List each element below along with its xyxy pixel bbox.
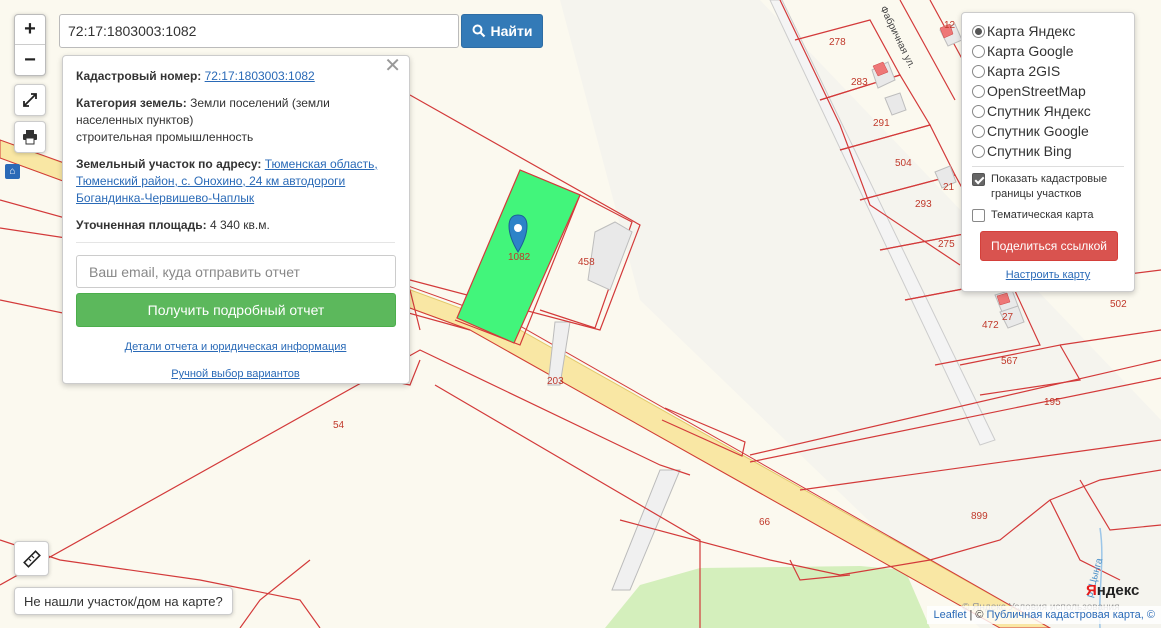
attribution-sep: | © (969, 609, 984, 621)
attribution-bar: Leaflet | © Публичная кадастровая карта,… (927, 606, 1161, 624)
layer-option-osm[interactable]: OpenStreetMap (972, 81, 1124, 101)
leaflet-link[interactable]: Leaflet (933, 609, 966, 621)
manual-select-link[interactable]: Ручной выбор вариантов (171, 368, 299, 380)
address-row: Земельный участок по адресу: Тюменская о… (76, 156, 395, 207)
thematic-label: Тематическая карта (991, 209, 1094, 221)
address-label: Земельный участок по адресу: (76, 157, 262, 171)
cadastral-link[interactable]: 72:17:1803003:1082 (205, 69, 315, 83)
yandex-logo[interactable]: Яндекс (1086, 582, 1139, 599)
cadastral-label: Кадастровый номер: (76, 69, 202, 83)
radio[interactable] (972, 44, 985, 58)
show-borders-toggle[interactable]: Показать кадастровые границы участков (972, 172, 1124, 202)
fullscreen-button[interactable] (14, 84, 46, 116)
search-button[interactable]: Найти (461, 14, 543, 48)
area-value: 4 340 кв.м. (209, 218, 270, 232)
checkbox-checked[interactable] (972, 173, 985, 186)
expand-icon (23, 93, 37, 107)
zoom-in-button[interactable]: + (15, 15, 45, 45)
layers-divider (972, 166, 1124, 167)
printer-icon (23, 130, 37, 145)
layer-option-yandex-satellite[interactable]: Спутник Яндекс (972, 101, 1124, 121)
pkk-link[interactable]: Публичная кадастровая карта, © (987, 609, 1155, 621)
checkbox[interactable] (972, 209, 985, 222)
print-button[interactable] (14, 121, 46, 153)
category-row: Категория земель: Земли поселений (земли… (76, 95, 395, 146)
configure-link-wrap: Настроить карту (972, 269, 1124, 281)
layer-label: Карта Яндекс (987, 23, 1076, 39)
details-link-wrap: Детали отчета и юридическая информация (76, 339, 395, 356)
radio[interactable] (972, 124, 985, 138)
magnifier-icon (472, 24, 485, 38)
logo-first-letter: Я (1086, 582, 1097, 599)
radio[interactable] (972, 84, 985, 98)
area-row: Уточненная площадь: 4 340 кв.м. (76, 217, 395, 234)
radio[interactable] (972, 104, 985, 118)
radio[interactable] (972, 64, 985, 78)
panel-divider (76, 242, 395, 243)
parcel-info-panel: ✕ Кадастровый номер: 72:17:1803003:1082 … (62, 55, 410, 384)
get-report-button[interactable]: Получить подробный отчет (76, 293, 396, 327)
radio[interactable] (972, 144, 985, 158)
layer-label: Спутник Bing (987, 143, 1072, 159)
not-found-button[interactable]: Не нашли участок/дом на карте? (14, 587, 233, 615)
ruler-button[interactable] (14, 541, 49, 576)
bus-stop-icon[interactable]: ⌂ (5, 164, 20, 179)
email-field[interactable] (76, 255, 396, 288)
category-label: Категория земель: (76, 96, 187, 110)
ruler-icon (22, 549, 41, 568)
configure-map-link[interactable]: Настроить карту (1006, 269, 1091, 281)
share-link-button[interactable]: Поделиться ссылкой (980, 231, 1118, 261)
layer-label: Карта 2GIS (987, 63, 1061, 79)
manual-link-wrap: Ручной выбор вариантов (76, 366, 395, 383)
radio-selected[interactable] (972, 24, 985, 38)
layer-option-google-map[interactable]: Карта Google (972, 41, 1124, 61)
cadastral-row: Кадастровый номер: 72:17:1803003:1082 (76, 68, 395, 85)
layer-label: Спутник Яндекс (987, 103, 1091, 119)
area-label: Уточненная площадь: (76, 218, 207, 232)
layers-panel: Карта Яндекс Карта Google Карта 2GIS Ope… (961, 12, 1135, 292)
logo-rest: ндекс (1096, 582, 1140, 599)
category-use: строительная промышленность (76, 130, 254, 144)
close-icon[interactable]: ✕ (384, 56, 401, 76)
details-link[interactable]: Детали отчета и юридическая информация (125, 341, 347, 353)
zoom-out-button[interactable]: − (15, 45, 45, 75)
layer-label: OpenStreetMap (987, 83, 1086, 99)
layer-option-bing-satellite[interactable]: Спутник Bing (972, 141, 1124, 161)
thematic-map-toggle[interactable]: Тематическая карта (972, 208, 1124, 223)
search-button-label: Найти (490, 23, 533, 39)
zoom-control: + − (14, 14, 46, 76)
layer-option-2gis[interactable]: Карта 2GIS (972, 61, 1124, 81)
show-borders-label: Показать кадастровые границы участков (991, 173, 1108, 200)
layer-option-yandex-map[interactable]: Карта Яндекс (972, 21, 1124, 41)
layer-label: Карта Google (987, 43, 1074, 59)
layer-option-google-satellite[interactable]: Спутник Google (972, 121, 1124, 141)
search-input[interactable] (59, 14, 459, 48)
layer-label: Спутник Google (987, 123, 1089, 139)
